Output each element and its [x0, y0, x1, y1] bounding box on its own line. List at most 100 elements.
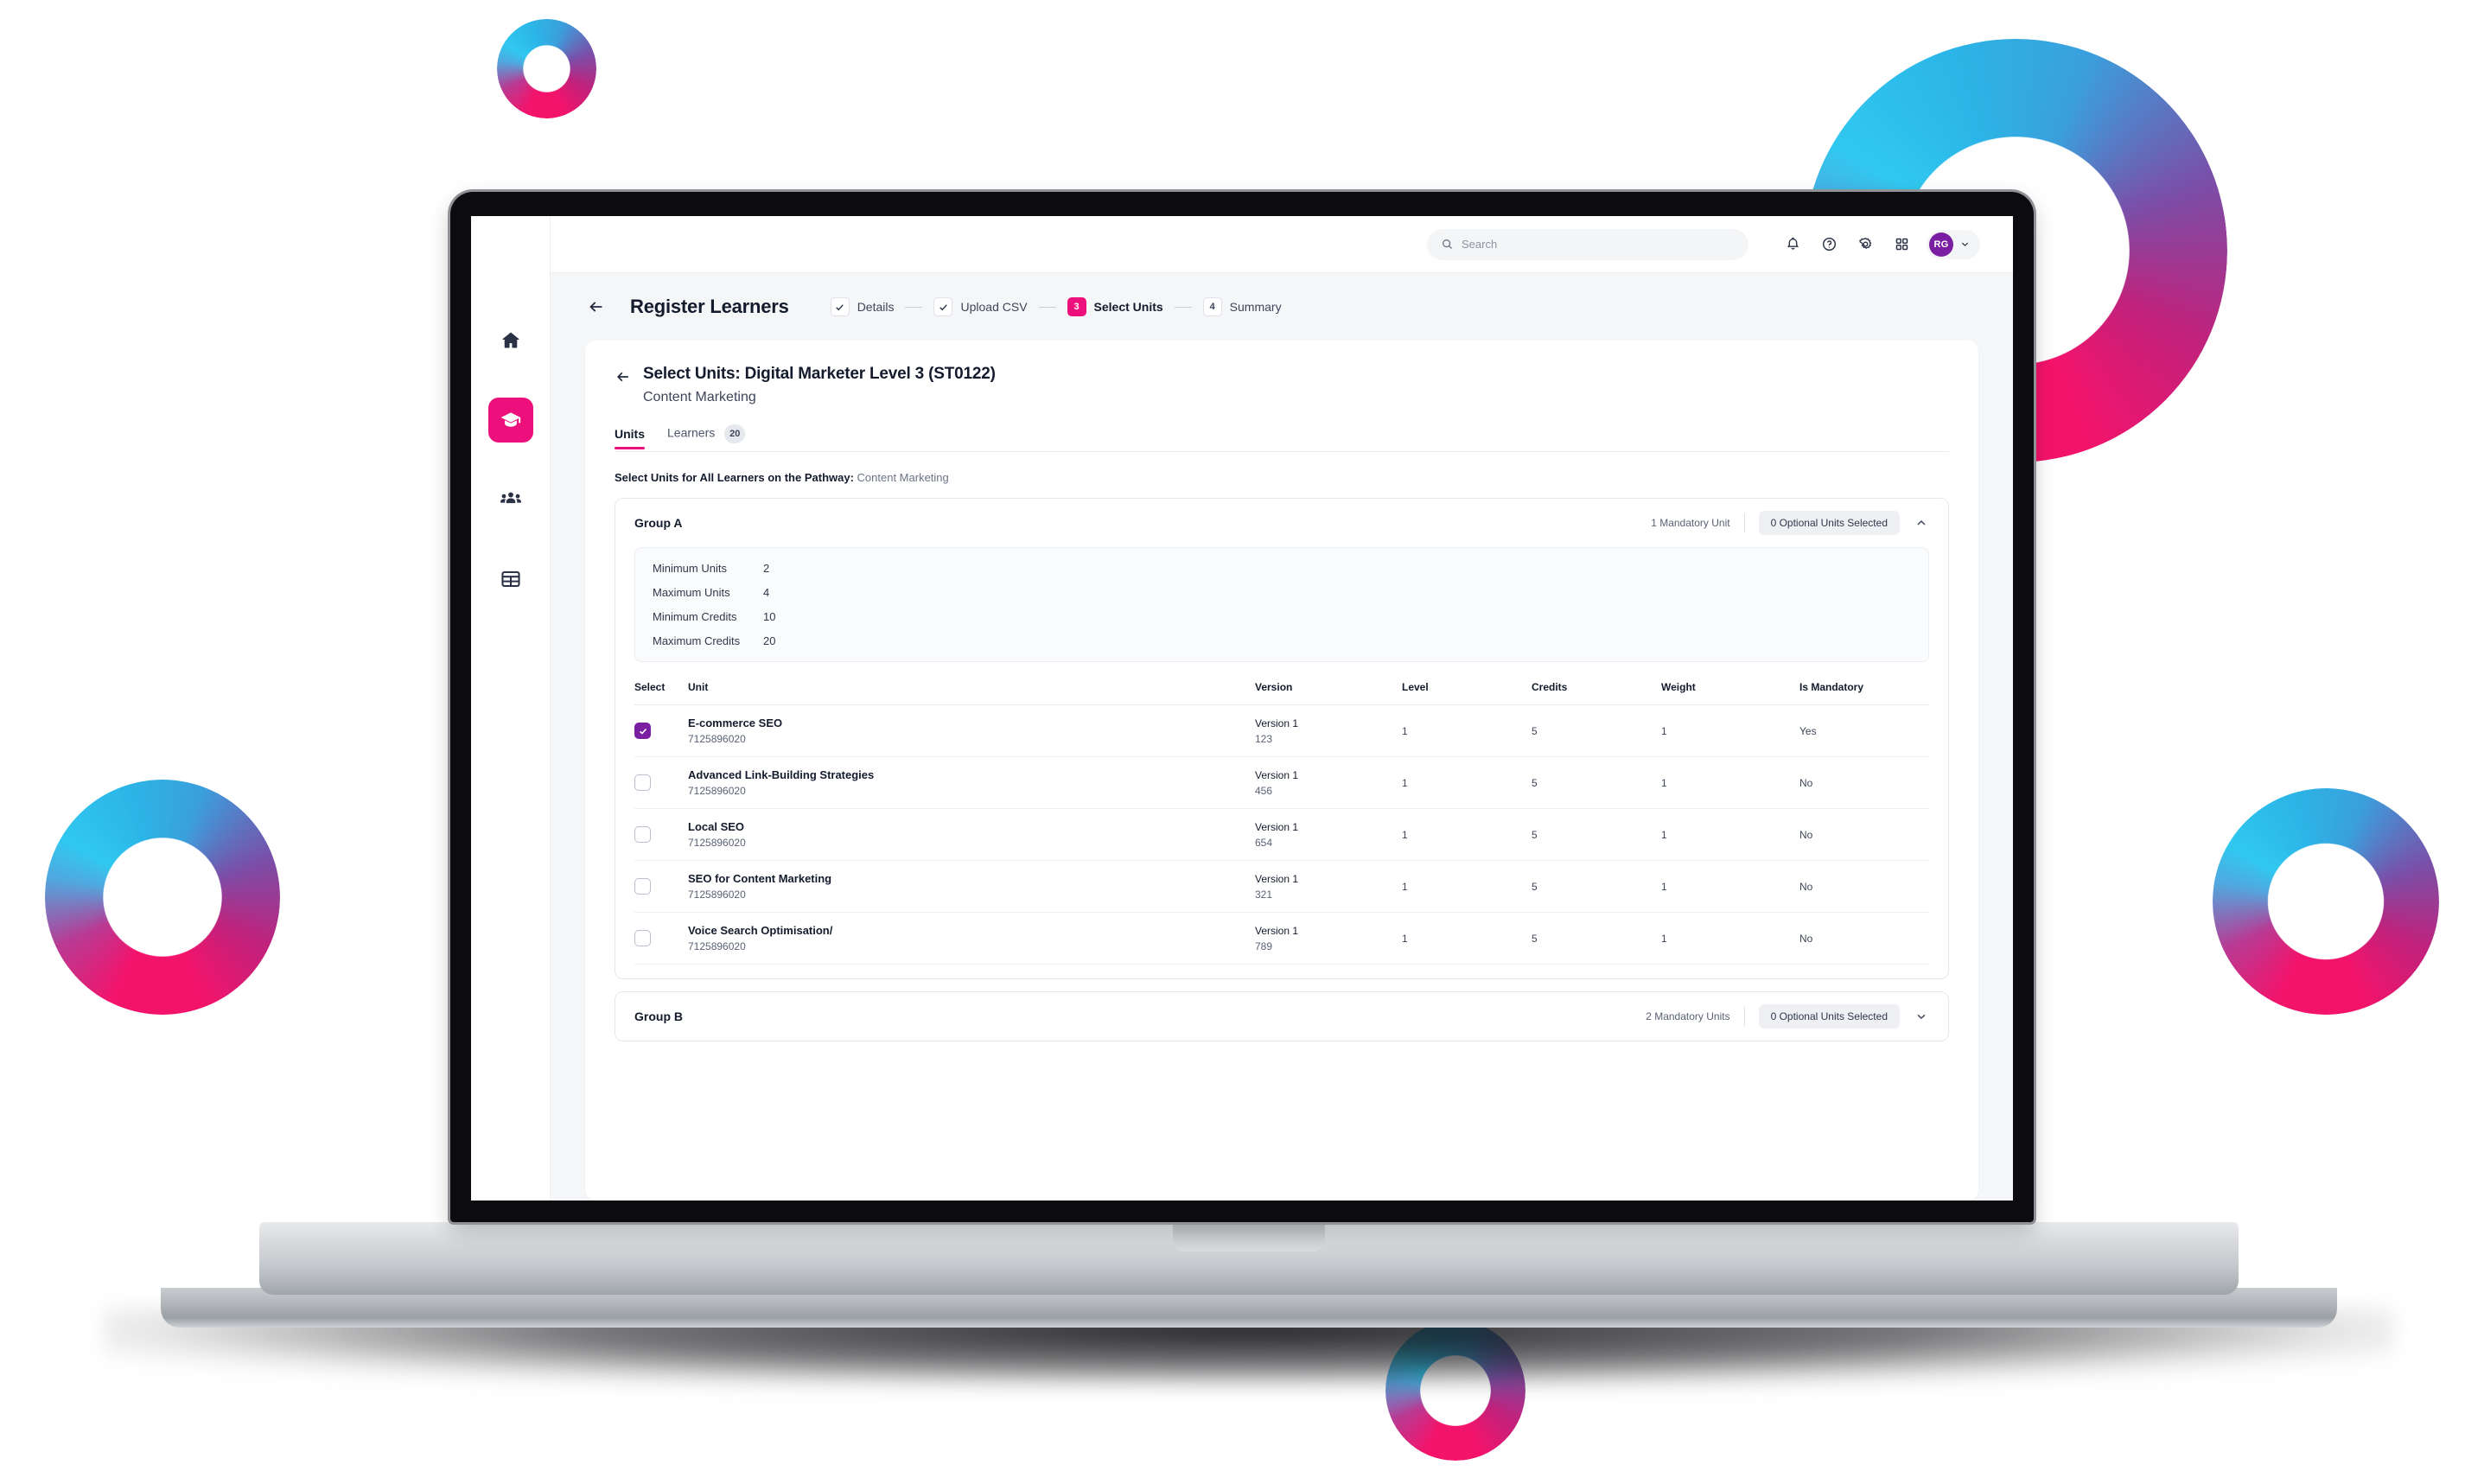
row-weight-cell: 1 [1661, 756, 1799, 809]
col-header-credits: Credits [1532, 681, 1661, 705]
group-a-collapse-toggle[interactable] [1914, 515, 1929, 531]
tab-units[interactable]: Units [615, 427, 645, 449]
step-details[interactable]: Details [830, 297, 895, 316]
row-select-cell[interactable] [634, 860, 688, 913]
page-canvas: Select Units: Digital Marketer Level 3 (… [551, 341, 2013, 1201]
table-row: E-commerce SEO 7125896020 Version 1 123 [634, 704, 1929, 757]
unit-checkbox[interactable] [634, 826, 651, 843]
step-details-marker [830, 297, 850, 316]
app-topbar: RG [551, 216, 2013, 273]
group-a-header[interactable]: Group A 1 Mandatory Unit 0 Optional Unit… [615, 499, 1948, 547]
row-mandatory-cell: No [1799, 808, 1929, 861]
row-mandatory-cell: No [1799, 912, 1929, 965]
table-row: Voice Search Optimisation/ 7125896020 Ve… [634, 912, 1929, 965]
section-note-rest: Content Marketing [853, 471, 949, 484]
section-note: Select Units for All Learners on the Pat… [615, 471, 1949, 484]
unit-code: 7125896020 [688, 888, 746, 901]
row-weight-cell: 1 [1661, 860, 1799, 913]
laptop-base-notch [1173, 1222, 1325, 1252]
people-group-icon [500, 492, 521, 504]
group-b-expand-toggle[interactable] [1914, 1009, 1929, 1024]
unit-checkbox[interactable] [634, 878, 651, 895]
row-version-cell: Version 1 123 [1255, 704, 1402, 757]
stat-row: Maximum Credits 20 [653, 634, 1911, 647]
stat-row: Minimum Units 2 [653, 562, 1911, 575]
row-level-cell: 1 [1402, 860, 1532, 913]
unit-version-label: Version 1 [1255, 820, 1299, 833]
page-root: RG [0, 0, 2484, 1484]
stat-label: Maximum Credits [653, 634, 741, 647]
divider [1743, 513, 1745, 532]
row-select-cell[interactable] [634, 756, 688, 809]
units-table: Select Unit Version Level Credits Weight… [634, 681, 1929, 965]
row-weight-cell: 1 [1661, 808, 1799, 861]
row-version-cell: Version 1 456 [1255, 756, 1402, 809]
col-header-weight: Weight [1661, 681, 1799, 705]
stat-row: Minimum Credits 10 [653, 610, 1911, 623]
row-unit-cell: Advanced Link-Building Strategies 712589… [688, 756, 1255, 809]
row-mandatory-cell: No [1799, 860, 1929, 913]
row-version-cell: Version 1 654 [1255, 808, 1402, 861]
sidebar-item-home[interactable] [488, 318, 533, 363]
unit-checkbox[interactable] [634, 774, 651, 791]
unit-code: 7125896020 [688, 837, 746, 849]
step-upload-csv[interactable]: Upload CSV [933, 297, 1028, 316]
col-header-level: Level [1402, 681, 1532, 705]
sidebar-item-learning[interactable] [487, 398, 533, 443]
unit-code: 7125896020 [688, 733, 746, 745]
row-level-cell: 1 [1402, 808, 1532, 861]
table-grid-icon [500, 570, 520, 588]
group-b-name: Group B [634, 1010, 683, 1023]
card-back-button[interactable] [615, 368, 632, 385]
row-select-cell[interactable] [634, 808, 688, 861]
table-header-row: Select Unit Version Level Credits Weight… [634, 681, 1929, 705]
group-b-header[interactable]: Group B 2 Mandatory Units 0 Optional Uni… [615, 992, 1948, 1041]
row-credits-cell: 5 [1532, 756, 1661, 809]
unit-code: 7125896020 [688, 940, 746, 952]
page-header: Register Learners Details Upload CSV 3 S… [551, 273, 2013, 341]
step-summary-label: Summary [1229, 300, 1282, 314]
apps-button[interactable] [1885, 228, 1918, 261]
laptop-base [104, 1222, 2394, 1388]
search-input[interactable] [1462, 238, 1735, 251]
units-table-body: E-commerce SEO 7125896020 Version 1 123 [634, 704, 1929, 965]
stat-row: Maximum Units 4 [653, 586, 1911, 599]
unit-version-label: Version 1 [1255, 768, 1299, 781]
bell-icon [1787, 237, 1799, 250]
chevron-up-icon [1917, 519, 1926, 525]
step-separator [1038, 306, 1056, 308]
row-select-cell[interactable] [634, 912, 688, 965]
step-upload-csv-marker [933, 297, 953, 316]
page-title: Register Learners [630, 296, 789, 317]
stat-value: 10 [763, 610, 776, 623]
settings-button[interactable] [1849, 228, 1882, 261]
group-b-optional-pill: 0 Optional Units Selected [1758, 1004, 1900, 1029]
step-summary[interactable]: 4 Summary [1202, 297, 1282, 316]
user-menu[interactable]: RG [1927, 229, 1980, 259]
unit-checkbox[interactable] [634, 930, 651, 946]
sidebar-item-people[interactable] [488, 477, 533, 522]
notifications-button[interactable] [1776, 228, 1809, 261]
row-unit-cell: E-commerce SEO 7125896020 [688, 704, 1255, 757]
chevron-down-icon [1961, 242, 1969, 246]
step-select-units[interactable]: 3 Select Units [1067, 297, 1163, 316]
help-icon [1822, 237, 1836, 252]
step-summary-marker: 4 [1202, 297, 1222, 316]
step-details-label: Details [857, 300, 895, 314]
row-level-cell: 1 [1402, 704, 1532, 757]
gear-icon [1858, 237, 1871, 250]
app-main-column: RG [551, 216, 2013, 1201]
tab-learners[interactable]: Learners 20 [667, 424, 746, 451]
tab-units-label: Units [615, 427, 645, 441]
global-search[interactable] [1427, 228, 1748, 260]
stat-value: 20 [763, 634, 776, 647]
help-button[interactable] [1812, 228, 1845, 261]
back-button[interactable] [585, 296, 608, 318]
stat-value: 2 [763, 562, 770, 575]
row-select-cell[interactable] [634, 704, 688, 757]
unit-checkbox[interactable] [634, 723, 651, 739]
row-mandatory-cell: Yes [1799, 704, 1929, 757]
sidebar-item-reports[interactable] [488, 557, 533, 602]
step-separator [905, 306, 923, 308]
arrow-left-icon [616, 372, 628, 382]
